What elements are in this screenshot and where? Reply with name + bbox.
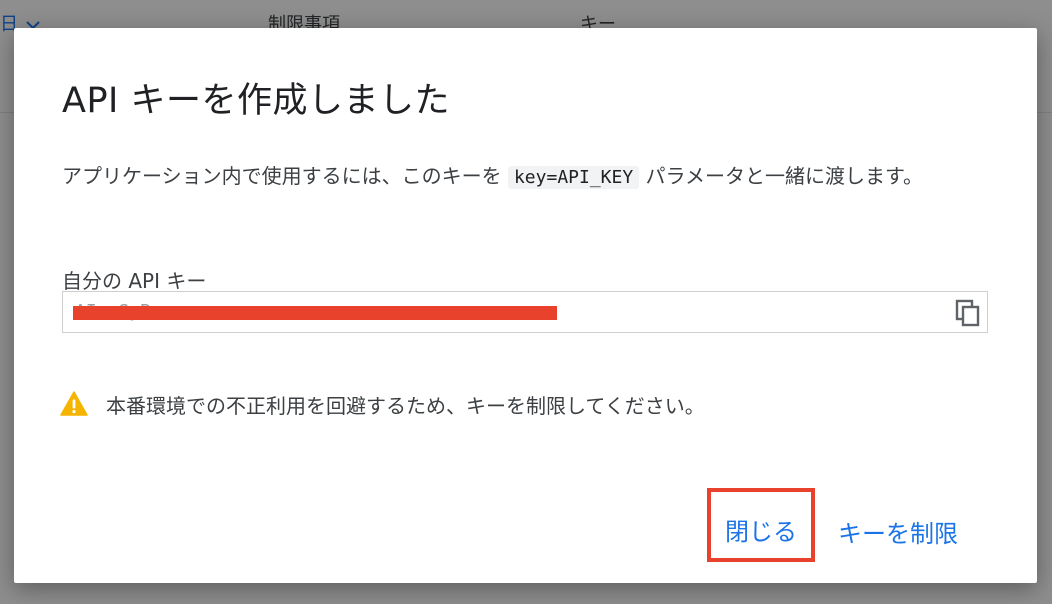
- close-button[interactable]: 閉じる: [707, 488, 815, 562]
- close-button-label: 閉じる: [725, 518, 797, 546]
- dialog-description: アプリケーション内で使用するには、このキーを key=API_KEY パラメータ…: [62, 160, 962, 194]
- description-text-before: アプリケーション内で使用するには、このキーを: [62, 164, 502, 188]
- restrict-key-button[interactable]: キーを制限: [838, 514, 958, 549]
- redaction-bar: [73, 306, 557, 320]
- warning-text: 本番環境での不正利用を回避するため、キーを制限してください。: [106, 394, 705, 418]
- warning-icon: [60, 391, 88, 416]
- copy-icon: [955, 299, 980, 327]
- api-key-field[interactable]: AIzaSyB-xxxxxxxxxxxxxxxxxxxxxxxxxxxxxxxx: [62, 291, 988, 333]
- copy-button[interactable]: [953, 298, 983, 328]
- api-key-created-dialog: API キーを作成しました アプリケーション内で使用するには、このキーを key…: [14, 28, 1037, 583]
- description-code: key=API_KEY: [507, 166, 640, 189]
- api-key-label: 自分の API キー: [62, 269, 207, 293]
- dialog-title: API キーを作成しました: [62, 81, 450, 121]
- description-text-after: パラメータと一緒に渡します。: [645, 164, 923, 188]
